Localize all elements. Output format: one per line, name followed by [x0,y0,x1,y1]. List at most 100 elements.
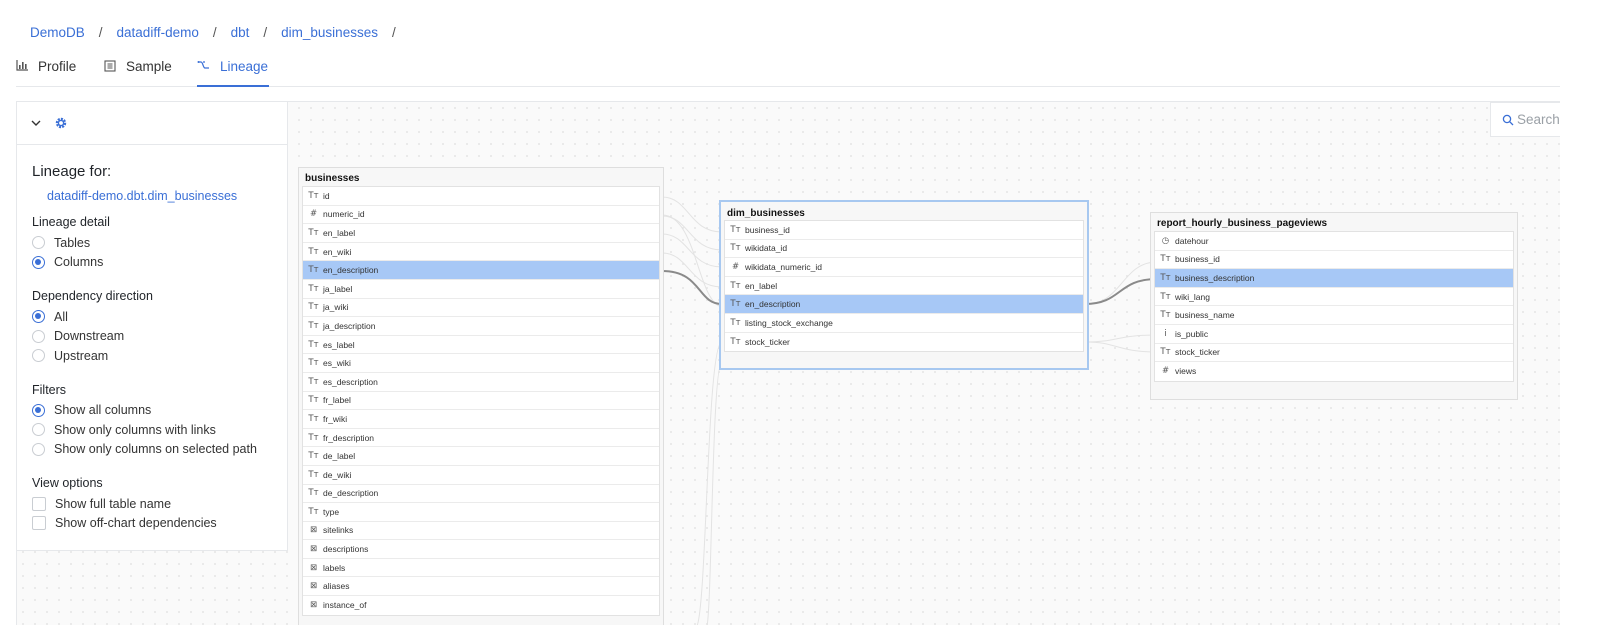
column-row-de-description[interactable]: Tт de_description [303,485,659,504]
highlighted-link [661,270,723,305]
column-type-icon: ⊠ [309,562,318,573]
search-placeholder: Search [1517,112,1560,127]
column-type-icon: Tт [1160,347,1171,358]
radio-show-columns-on-path[interactable]: Show only columns on selected path [32,440,287,460]
column-type-icon: Tт [308,488,319,499]
gear-icon[interactable] [55,117,67,129]
column-name: labels [323,562,346,573]
option-label: Show only columns with links [54,422,216,437]
tab-profile[interactable]: Profile [16,56,76,87]
radio-all[interactable]: All [32,307,287,327]
radio-control[interactable] [32,403,45,417]
column-row-descriptions[interactable]: ⊠ descriptions [303,540,659,559]
column-name: business_id [1175,254,1220,265]
section-label-filters: Filters [32,382,67,397]
column-type-icon: Tт [730,299,741,310]
column-type-icon: i [1164,328,1167,339]
column-row-business-id[interactable]: Tт business_id [725,221,1083,240]
column-row-en-description[interactable]: Tт en_description [725,295,1083,314]
column-row-wikidata-numeric-id[interactable]: # wikidata_numeric_id [725,258,1083,277]
column-row-type[interactable]: Tт type [303,503,659,522]
breadcrumb-separator: / [391,24,396,40]
column-name: wikidata_id [745,243,788,254]
column-row-stock-ticker[interactable]: Tт stock_ticker [1155,344,1513,363]
column-row-business-id[interactable]: Tт business_id [1155,251,1513,270]
column-row-datehour[interactable]: ◷ datehour [1155,232,1513,251]
radio-show-all-columns[interactable]: Show all columns [32,401,287,421]
breadcrumb-item-project[interactable]: datadiff-demo [117,25,199,40]
column-row-aliases[interactable]: ⊠ aliases [303,577,659,597]
radio-columns[interactable]: Columns [32,253,287,273]
column-row-en-label[interactable]: Tт en_label [303,224,659,243]
tab-label: Lineage [220,59,269,74]
breadcrumb-item-database[interactable]: DemoDB [30,25,85,40]
column-row-sitelinks[interactable]: ⊠ sitelinks [303,522,659,541]
column-type-icon: Tт [308,283,319,294]
option-label: Columns [54,255,104,270]
column-name: stock_ticker [745,336,790,347]
column-row-views[interactable]: # views [1155,362,1513,381]
column-row-id[interactable]: Tт id [303,187,659,206]
column-row-ja-wiki[interactable]: Tт ja_wiki [303,299,659,318]
table-node-dim-businesses[interactable]: dim_businesses Tт business_id Tт wikidata_i… [719,200,1089,370]
table-node-businesses[interactable]: businesses Tт id # numeric_id Tт en_label Tт en… [298,167,664,625]
breadcrumb-item-schema[interactable]: dbt [231,25,250,40]
column-row-ja-description[interactable]: Tт ja_description [303,317,659,336]
radio-control[interactable] [32,442,45,456]
column-row-es-description[interactable]: Tт es_description [303,373,659,392]
checkbox-control[interactable] [32,496,46,511]
checkbox-control[interactable] [32,516,46,531]
column-type-icon: ◷ [1161,235,1170,246]
checkbox-show-full-table-name[interactable]: Show full table name [32,494,287,514]
radio-show-columns-with-links[interactable]: Show only columns with links [32,420,287,440]
column-type-icon: ⊠ [309,544,318,555]
column-row-numeric-id[interactable]: # numeric_id [303,206,659,225]
column-name: en_label [745,280,778,291]
column-row-fr-wiki[interactable]: Tт fr_wiki [303,410,659,429]
radio-upstream[interactable]: Upstream [32,346,287,366]
table-path-link[interactable]: datadiff-demo.dbt.dim_businesses [47,189,287,203]
tab-sample[interactable]: Sample [104,56,172,87]
radio-downstream[interactable]: Downstream [32,327,287,347]
radio-control[interactable] [32,255,45,269]
chevron-down-icon[interactable] [31,120,41,127]
column-row-de-wiki[interactable]: Tт de_wiki [303,466,659,485]
checkbox-show-off-chart-dependencies[interactable]: Show off-chart dependencies [32,514,287,534]
column-row-stock-ticker[interactable]: Tт stock_ticker [725,333,1083,352]
column-row-en-wiki[interactable]: Tт en_wiki [303,243,659,262]
column-row-en-description[interactable]: Tт en_description [303,261,659,280]
column-row-de-label[interactable]: Tт de_label [303,447,659,466]
column-row-listing-stock-exchange[interactable]: Tт listing_stock_exchange [725,314,1083,333]
radio-control[interactable] [32,329,45,343]
column-row-business-description[interactable]: Tт business_description [1155,269,1513,288]
node-title: report_hourly_business_pageviews [1157,218,1328,229]
search-input[interactable]: Search [1490,102,1560,137]
tab-lineage[interactable]: Lineage [197,56,270,87]
column-row-fr-label[interactable]: Tт fr_label [303,392,659,411]
column-row-wikidata-id[interactable]: Tт wikidata_id [725,240,1083,259]
lineage-icon [197,61,209,69]
radio-control[interactable] [32,423,45,437]
column-type-icon: Tт [730,317,741,328]
table-node-report-hourly-business-pageviews[interactable]: report_hourly_business_pageviews ◷ dateho… [1150,212,1518,400]
lineage-canvas[interactable]: Lineage for: datadiff-demo.dbt.dim_busin… [16,101,1560,625]
column-row-labels[interactable]: ⊠ labels [303,559,659,578]
radio-control[interactable] [32,310,45,324]
column-row-is-public[interactable]: i is_public [1155,325,1513,344]
column-row-en-label[interactable]: Tт en_label [725,277,1083,296]
column-row-business-name[interactable]: Tт business_name [1155,306,1513,325]
column-type-icon: Tт [308,376,319,387]
column-name: id [323,190,330,201]
radio-control[interactable] [32,236,45,250]
column-row-fr-description[interactable]: Tт fr_description [303,429,659,448]
column-name: business_description [1175,272,1255,283]
column-row-es-wiki[interactable]: Tт es_wiki [303,354,659,373]
column-row-es-label[interactable]: Tт es_label [303,336,659,355]
column-type-icon: Tт [308,320,319,331]
column-row-instance-of[interactable]: ⊠ instance_of [303,596,659,615]
radio-control[interactable] [32,349,45,363]
column-row-wiki-lang[interactable]: Tт wiki_lang [1155,288,1513,307]
column-row-ja-label[interactable]: Tт ja_label [303,280,659,299]
breadcrumb-item-table[interactable]: dim_businesses [281,25,378,40]
radio-tables[interactable]: Tables [32,233,287,253]
